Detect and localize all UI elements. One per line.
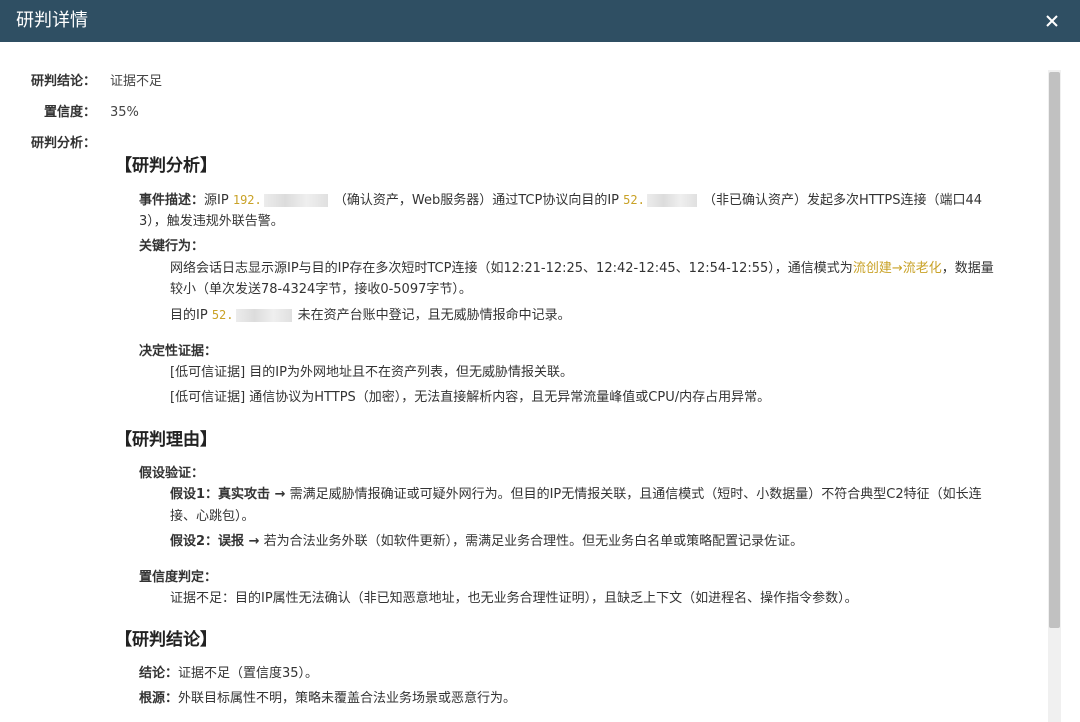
hypothesis-label: 假设验证：	[139, 466, 205, 481]
section-title-analysis: 【研判分析】	[115, 156, 217, 176]
c1-text: 证据不足（置信度35）。	[178, 666, 319, 681]
analysis-label: 研判分析：	[30, 136, 96, 151]
src-ip: 192.	[232, 193, 262, 207]
behavior-item-1-cont: 较小（单次发送78-4324字节，接收0-5097字节）。	[170, 282, 472, 297]
evidence-label: 决定性证据：	[139, 344, 218, 359]
c2-text: 外联目标属性不明，策略未覆盖合法业务场景或恶意行为。	[178, 691, 517, 706]
conclusion-field: 研判结论： 证据不足	[0, 72, 1046, 92]
h2-label: 假设2：误报 →	[170, 534, 260, 549]
behavior-2a: 目的IP	[170, 308, 208, 323]
dialog-content[interactable]: 研判结论： 证据不足 置信度： 35% 研判分析： 【研判分析】 事件描述：源I…	[0, 42, 1046, 722]
conclusion-label: 研判结论：	[30, 74, 96, 89]
behavior-2b: 未在资产台账中登记，且无威胁情报命中记录。	[297, 308, 571, 323]
evidence-item-1: [低可信证据] 目的IP为外网地址且不在资产列表，但无威胁情报关联。	[170, 365, 573, 380]
c2-label: 根源：	[139, 691, 179, 706]
h2-text: 若为合法业务外联（如软件更新），需满足业务合理性。但无业务白名单或策略配置记录佐…	[259, 534, 804, 549]
hypothesis-1-cont: 接、心跳包）。	[170, 509, 255, 524]
event-text-3: （非已确认资产）发起多次HTTPS连接（端口44	[702, 193, 983, 208]
dialog-title: 研判详情	[16, 10, 88, 31]
section-title-reasoning: 【研判理由】	[115, 430, 217, 450]
event-text-2: （确认资产，Web服务器）通过TCP协议向目的IP	[333, 193, 620, 208]
confidence-value: 35%	[110, 105, 139, 120]
redacted-block	[646, 194, 697, 207]
conclusion-item-1: 结论：证据不足（置信度35）。	[139, 664, 318, 684]
event-text-1: 源IP	[204, 193, 229, 208]
redacted-block	[235, 309, 292, 322]
behavior-item-2: 目的IP 52. 未在资产台账中登记，且无威胁情报命中记录。	[170, 305, 571, 326]
behavior-1a: 网络会话日志显示源IP与目的IP存在多次短时TCP连接（如12:21-12:25…	[170, 261, 853, 276]
event-label: 事件描述：	[139, 193, 205, 208]
h1-label: 假设1：真实攻击 →	[170, 487, 286, 502]
confidence-judgement-label: 置信度判定：	[139, 570, 218, 585]
evidence-item-2: [低可信证据] 通信协议为HTTPS（加密），无法直接解析内容，且无异常流量峰值…	[170, 390, 771, 405]
close-button[interactable]	[1042, 11, 1062, 31]
hypothesis-2: 假设2：误报 → 若为合法业务外联（如软件更新），需满足业务合理性。但无业务白名…	[170, 532, 803, 552]
confidence-field: 置信度： 35%	[0, 103, 1046, 123]
vertical-scrollbar[interactable]	[1048, 70, 1061, 722]
c1-label: 结论：	[139, 666, 179, 681]
conclusion-item-2: 根源：外联目标属性不明，策略未覆盖合法业务场景或恶意行为。	[139, 689, 516, 709]
event-description: 事件描述：源IP 192. （确认资产，Web服务器）通过TCP协议向目的IP …	[139, 190, 982, 211]
section-title-conclusion: 【研判结论】	[115, 630, 217, 650]
close-icon	[1046, 15, 1058, 27]
confidence-label: 置信度：	[43, 105, 96, 120]
redacted-block	[263, 194, 328, 207]
scrollbar-thumb[interactable]	[1049, 72, 1060, 628]
analysis-field: 研判分析：	[0, 134, 1046, 154]
confidence-judgement-text: 证据不足：目的IP属性无法确认（非已知恶意地址，也无业务合理性证明），且缺乏上下…	[170, 591, 858, 606]
conclusion-value: 证据不足	[110, 74, 163, 89]
behavior-1b: ，数据量	[941, 261, 994, 276]
behavior-1-highlight: 流创建→流老化	[852, 261, 942, 276]
event-description-cont: 3），触发违规外联告警。	[139, 214, 284, 229]
behavior-label: 关键行为：	[139, 239, 205, 254]
dialog-window: 研判详情 研判结论： 证据不足 置信度： 35% 研判分析： 【研判分析】 事件…	[0, 0, 1080, 722]
hypothesis-1: 假设1：真实攻击 → 需满足威胁情报确证或可疑外网行为。但目的IP无情报关联，且…	[170, 485, 982, 505]
title-bar: 研判详情	[0, 0, 1080, 42]
behavior-2-ip: 52.	[211, 308, 234, 322]
h1-text: 需满足威胁情报确证或可疑外网行为。但目的IP无情报关联，且通信模式（短时、小数据…	[285, 487, 982, 502]
dst-ip: 52.	[623, 193, 645, 207]
behavior-item-1: 网络会话日志显示源IP与目的IP存在多次短时TCP连接（如12:21-12:25…	[170, 259, 994, 279]
